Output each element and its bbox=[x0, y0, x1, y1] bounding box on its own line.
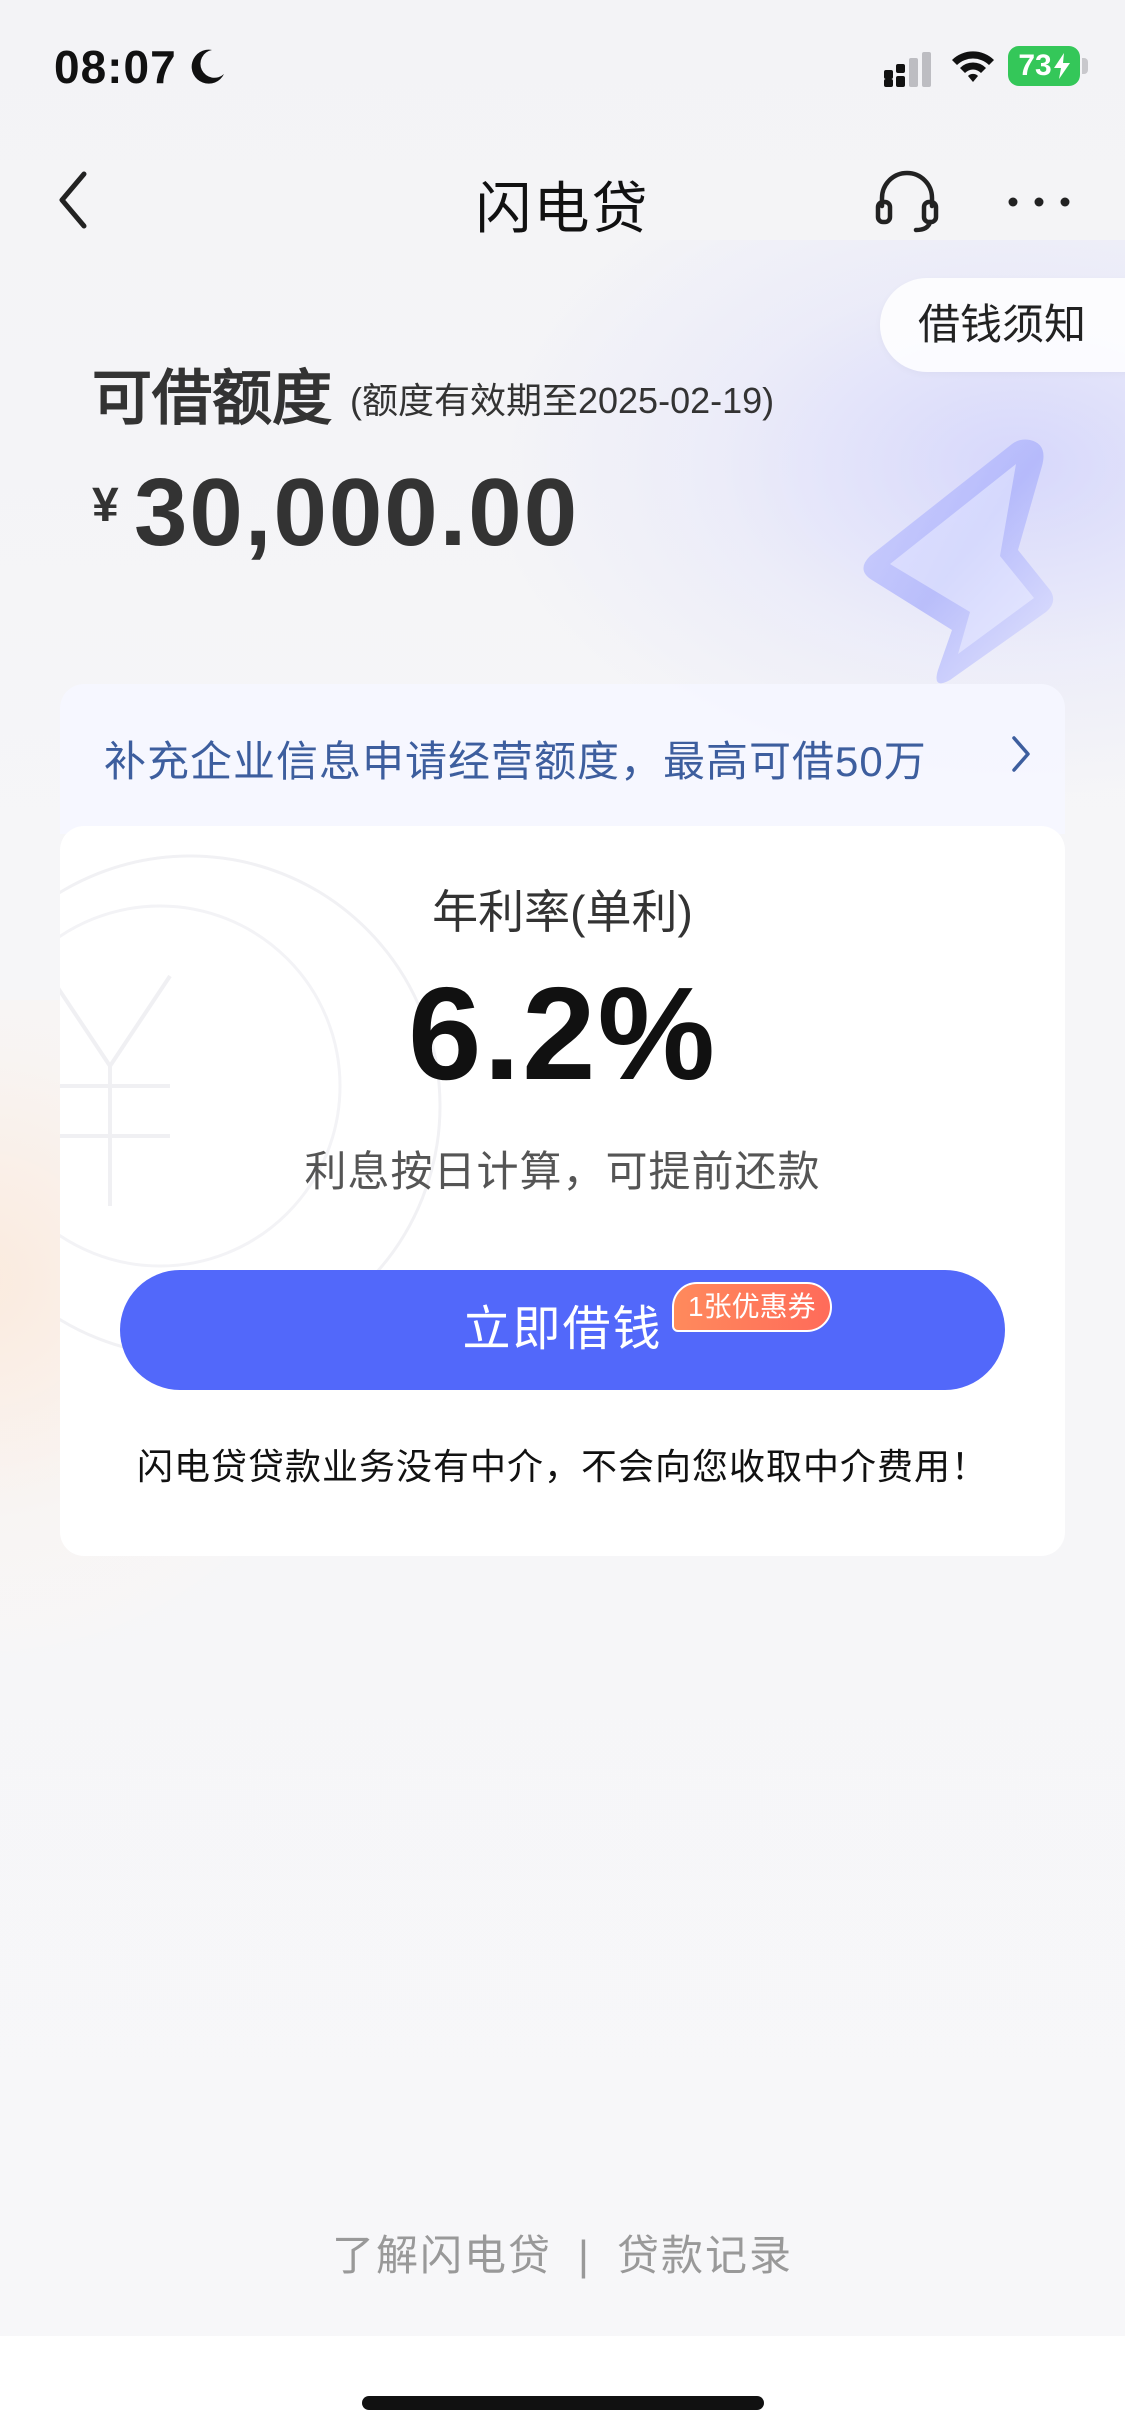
status-bar: 08:07 73 bbox=[0, 0, 1125, 140]
bottom-safe-area bbox=[0, 2336, 1125, 2436]
credit-validity-text: (额度有效期至2025-02-19) bbox=[350, 380, 775, 421]
battery-tip bbox=[1082, 58, 1088, 74]
loan-records-link[interactable]: 贷款记录 bbox=[617, 2222, 793, 2283]
nav-bar: 闪电贷 bbox=[0, 140, 1125, 260]
status-time: 08:07 bbox=[54, 41, 177, 93]
borrowing-notice-button[interactable]: 借钱须知 bbox=[880, 278, 1125, 372]
cellular-signal-icon bbox=[884, 52, 931, 87]
page-title: 闪电贷 bbox=[475, 177, 650, 240]
about-link[interactable]: 了解闪电贷 bbox=[332, 2222, 552, 2283]
chevron-right-icon bbox=[1012, 736, 1030, 772]
annual-rate-value: 6.2% bbox=[408, 960, 717, 1107]
coupon-badge: 1张优惠券 bbox=[672, 1282, 832, 1332]
wifi-icon bbox=[952, 51, 994, 82]
currency-symbol: ¥ bbox=[92, 479, 119, 532]
credit-amount: 30,000.00 bbox=[134, 459, 580, 566]
footer-links: 了解闪电贷 | 贷款记录 bbox=[0, 2222, 1125, 2283]
footer-separator: | bbox=[578, 2232, 591, 2279]
battery-indicator: 73 bbox=[1008, 46, 1080, 86]
home-indicator[interactable] bbox=[362, 2396, 764, 2410]
no-agent-disclaimer: 闪电贷贷款业务没有中介，不会向您收取中介费用！ bbox=[136, 1446, 988, 1487]
more-dots-icon[interactable] bbox=[1004, 166, 1074, 236]
rate-note: 利息按日计算，可提前还款 bbox=[304, 1148, 821, 1195]
enterprise-banner-text: 补充企业信息申请经营额度，最高可借50万 bbox=[104, 738, 927, 785]
credit-limit-label: 可借额度 bbox=[92, 365, 332, 432]
moon-icon bbox=[191, 49, 224, 84]
battery-level: 73 bbox=[1018, 49, 1052, 82]
charging-bolt-icon bbox=[1053, 53, 1070, 79]
borrow-now-button[interactable]: 立即借钱 bbox=[120, 1270, 1005, 1390]
headset-icon[interactable] bbox=[872, 166, 942, 236]
enterprise-credit-banner[interactable]: 补充企业信息申请经营额度，最高可借50万 bbox=[60, 684, 1065, 834]
lightning-bolt-decoration-icon bbox=[863, 439, 1054, 684]
annual-rate-label: 年利率(单利) bbox=[432, 886, 693, 938]
screen: 08:07 73 闪电贷 借钱须知 可借额度 (额度有效期至2025-02-19… bbox=[0, 0, 1125, 2436]
rate-card: 年利率(单利) 6.2% 利息按日计算，可提前还款 立即借钱 1张优惠券 闪电贷… bbox=[60, 826, 1065, 1556]
